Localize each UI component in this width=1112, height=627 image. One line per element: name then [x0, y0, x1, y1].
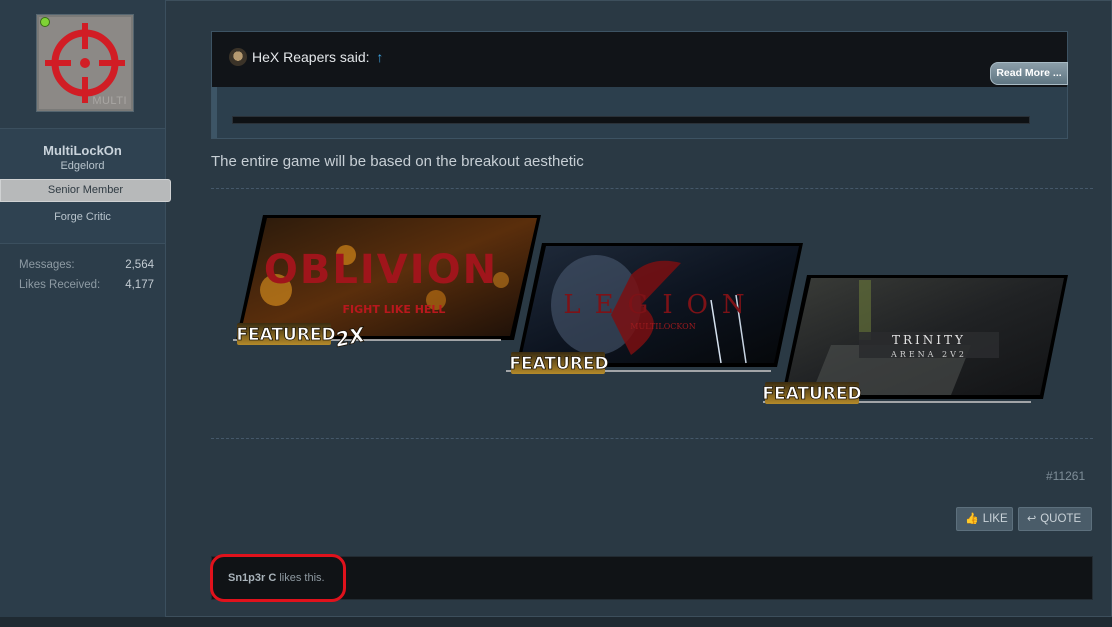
- banner-badge: FEATURED: [236, 325, 335, 345]
- banner-legion[interactable]: LEGION MULTILOCKON FEATURED: [506, 243, 803, 374]
- quote-content-bar: [232, 116, 1030, 124]
- quote-author: HeX Reapers said: ↑: [252, 49, 383, 65]
- reply-arrow-icon: ↩: [1027, 513, 1037, 525]
- stat-label: Likes Received:: [19, 279, 101, 291]
- banner-oblivion[interactable]: OBLIVION FIGHT LIKE HELL FEATURED 2X: [233, 215, 541, 352]
- banner-subtitle: MULTILOCKON: [630, 322, 695, 331]
- post-body-text: The entire game will be based on the bre…: [211, 153, 584, 170]
- banner-title: TRINITY: [892, 333, 966, 347]
- online-status-icon: [40, 17, 50, 27]
- avatar-watermark: MULTI: [92, 95, 127, 107]
- message-user-sidebar: MULTI MultiLockOn Edgelord Senior Member…: [0, 0, 171, 617]
- divider: [211, 188, 1093, 189]
- banner-subtitle: ARENA 2V2: [890, 350, 967, 359]
- stat-label: Messages:: [19, 259, 75, 271]
- banner-subtitle: FIGHT LIKE HELL: [343, 303, 446, 316]
- quote-author-name: HeX Reapers said:: [252, 49, 370, 65]
- thumbs-up-icon: 👍: [965, 513, 979, 525]
- rank-banner: Senior Member: [0, 179, 171, 202]
- user-info: MultiLockOn Edgelord Senior Member Forge…: [0, 128, 171, 244]
- featured-banners: TRINITY ARENA 2V2 FEATURED LEGION MULTIL…: [211, 195, 1093, 420]
- banner-title: OBLIVION: [264, 247, 498, 293]
- quote-accent: [212, 87, 217, 138]
- quote-button[interactable]: ↩ QUOTE: [1018, 507, 1092, 531]
- post-permalink[interactable]: #11261: [1046, 469, 1085, 483]
- divider: [211, 438, 1093, 439]
- quote-header: HeX Reapers said: ↑ Read More ...: [212, 32, 1068, 87]
- username-link[interactable]: MultiLockOn: [0, 143, 165, 158]
- banner-title: LEGION: [563, 290, 758, 320]
- user-stats: Messages: 2,564 Likes Received: 4,177: [19, 258, 154, 298]
- stat-messages: Messages: 2,564: [19, 258, 154, 278]
- quote-jump-icon[interactable]: ↑: [376, 49, 383, 65]
- banner-badge: FEATURED: [762, 384, 861, 404]
- quote-block: HeX Reapers said: ↑ Read More ...: [211, 31, 1068, 139]
- banners-graphic: TRINITY ARENA 2V2 FEATURED LEGION MULTIL…: [233, 215, 1068, 404]
- avatar[interactable]: MULTI: [36, 14, 134, 112]
- like-label: LIKE: [982, 513, 1008, 525]
- user-title: Edgelord: [60, 160, 105, 172]
- highlight-annotation: [210, 554, 346, 602]
- quote-label: QUOTE: [1040, 513, 1082, 525]
- extra-user-title: Forge Critic: [54, 211, 111, 223]
- banner-badge: FEATURED: [509, 354, 608, 374]
- quote-author-avatar: [229, 48, 247, 66]
- bottom-strip: [0, 617, 1112, 627]
- stat-value[interactable]: 2,564: [125, 258, 154, 278]
- read-more-button[interactable]: Read More ...: [990, 62, 1068, 85]
- like-button[interactable]: 👍 LIKE: [956, 507, 1013, 531]
- banner-trinity[interactable]: TRINITY ARENA 2V2 FEATURED: [762, 275, 1068, 404]
- stat-value: 4,177: [125, 279, 154, 291]
- avatar-image: MULTI: [39, 17, 131, 109]
- stat-likes-received: Likes Received: 4,177: [19, 278, 154, 298]
